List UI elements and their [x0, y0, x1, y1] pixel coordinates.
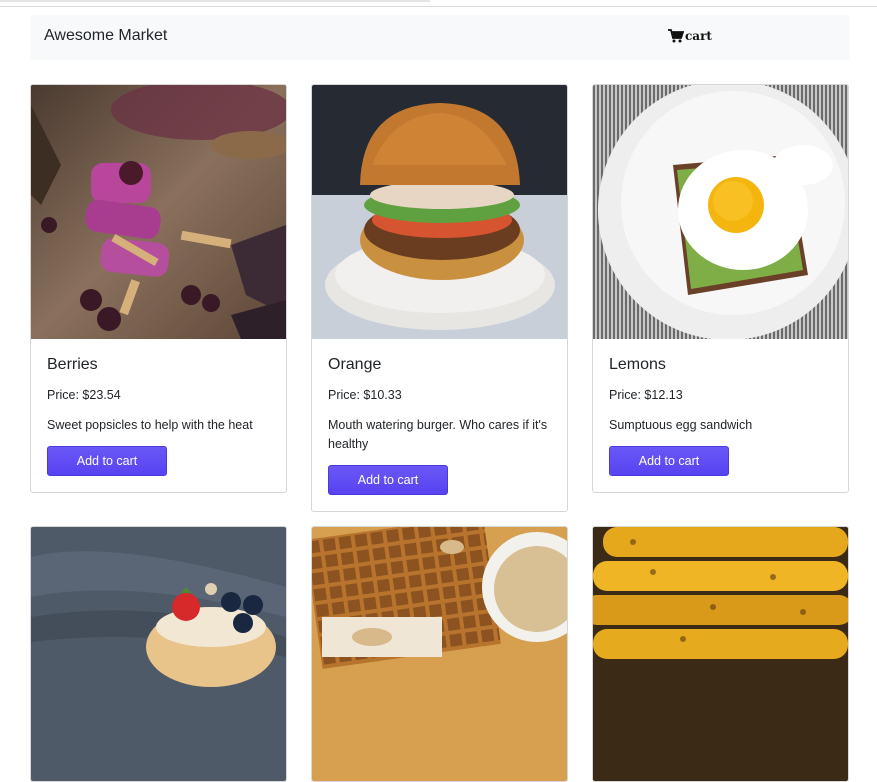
product-image: [593, 85, 848, 339]
navbar: Awesome Market cart: [30, 15, 850, 60]
product-price: Price: $12.13: [609, 388, 683, 402]
product-price: Price: $10.33: [328, 388, 402, 402]
brand-link[interactable]: Awesome Market: [44, 27, 167, 45]
product-description: Sumptuous egg sandwich: [609, 418, 753, 432]
product-image: [31, 85, 286, 339]
product-name: Orange: [328, 356, 382, 373]
product-card: [592, 526, 849, 782]
product-card: Orange Price: $10.33 Mouth watering burg…: [311, 84, 568, 512]
divider: [0, 6, 877, 7]
product-card: Berries Price: $23.54 Sweet popsicles to…: [30, 84, 287, 493]
cart-link[interactable]: cart: [668, 29, 712, 43]
add-to-cart-button[interactable]: Add to cart: [328, 465, 448, 495]
product-image: [312, 85, 567, 339]
shopping-cart-icon: [668, 29, 684, 43]
product-image: [593, 527, 848, 781]
add-to-cart-button[interactable]: Add to cart: [47, 446, 167, 476]
cart-label: cart: [685, 29, 712, 43]
window-top-edge: [0, 0, 430, 2]
product-image: [31, 527, 286, 781]
product-card: Lemons Price: $12.13 Sumptuous egg sandw…: [592, 84, 849, 493]
product-name: Lemons: [609, 356, 666, 373]
product-description: Mouth watering burger. Who cares if it's…: [328, 418, 548, 451]
product-name: Berries: [47, 356, 98, 373]
product-card: [30, 526, 287, 782]
product-description: Sweet popsicles to help with the heat: [47, 418, 253, 432]
product-image: [312, 527, 567, 781]
add-to-cart-button[interactable]: Add to cart: [609, 446, 729, 476]
product-price: Price: $23.54: [47, 388, 121, 402]
product-card: [311, 526, 568, 782]
